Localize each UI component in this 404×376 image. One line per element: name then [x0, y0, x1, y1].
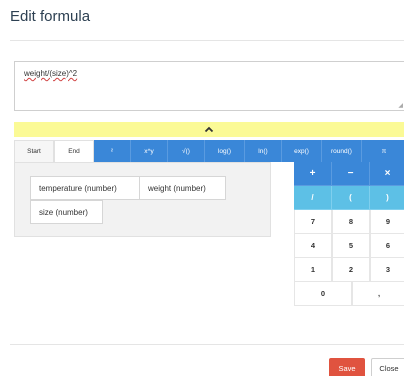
- square-button[interactable]: ²: [94, 140, 131, 162]
- footer-divider: [10, 344, 404, 345]
- digit-9-button[interactable]: 9: [370, 210, 404, 234]
- digit-1-button[interactable]: 1: [294, 258, 332, 282]
- tab-end[interactable]: End: [54, 140, 94, 162]
- digit-8-button[interactable]: 8: [332, 210, 370, 234]
- multiply-button[interactable]: ×: [370, 162, 404, 186]
- keypad: + − × / ( ) 7 8 9 4 5 6 1 2 3 0 ,: [294, 162, 404, 306]
- variable-temperature[interactable]: temperature (number): [30, 176, 140, 200]
- variable-size[interactable]: size (number): [30, 200, 103, 224]
- close-button[interactable]: Close: [371, 358, 404, 376]
- variable-weight[interactable]: weight (number): [139, 176, 226, 200]
- open-paren-button[interactable]: (: [332, 186, 370, 210]
- collapse-toggle-bar[interactable]: [14, 122, 404, 137]
- function-toolbar: Start End ² x^y √() log() ln() exp() rou…: [14, 140, 404, 162]
- minus-button[interactable]: −: [332, 162, 370, 186]
- power-button[interactable]: x^y: [131, 140, 168, 162]
- exp-button[interactable]: exp(): [282, 140, 322, 162]
- digit-0-button[interactable]: 0: [294, 282, 352, 306]
- digit-6-button[interactable]: 6: [370, 234, 404, 258]
- formula-input[interactable]: weight/(size)^2 ◢: [14, 61, 404, 111]
- digit-2-button[interactable]: 2: [332, 258, 370, 282]
- divide-button[interactable]: /: [294, 186, 332, 210]
- log-button[interactable]: log(): [205, 140, 245, 162]
- chevron-up-icon: [204, 126, 214, 133]
- pi-button[interactable]: π: [362, 140, 404, 162]
- comma-button[interactable]: ,: [352, 282, 404, 306]
- save-button[interactable]: Save: [329, 358, 365, 376]
- digit-4-button[interactable]: 4: [294, 234, 332, 258]
- header-divider: [10, 40, 404, 41]
- dialog-title: Edit formula: [10, 8, 91, 25]
- digit-7-button[interactable]: 7: [294, 210, 332, 234]
- round-button[interactable]: round(): [322, 140, 362, 162]
- digit-5-button[interactable]: 5: [332, 234, 370, 258]
- ln-button[interactable]: ln(): [245, 140, 282, 162]
- plus-button[interactable]: +: [294, 162, 332, 186]
- sqrt-button[interactable]: √(): [168, 140, 205, 162]
- tab-start[interactable]: Start: [14, 140, 54, 162]
- formula-text: weight/(size)^2: [24, 69, 78, 78]
- close-paren-button[interactable]: ): [370, 186, 404, 210]
- resize-grip-icon[interactable]: ◢: [398, 102, 403, 109]
- digit-3-button[interactable]: 3: [370, 258, 404, 282]
- variables-panel: temperature (number) weight (number) siz…: [14, 162, 271, 237]
